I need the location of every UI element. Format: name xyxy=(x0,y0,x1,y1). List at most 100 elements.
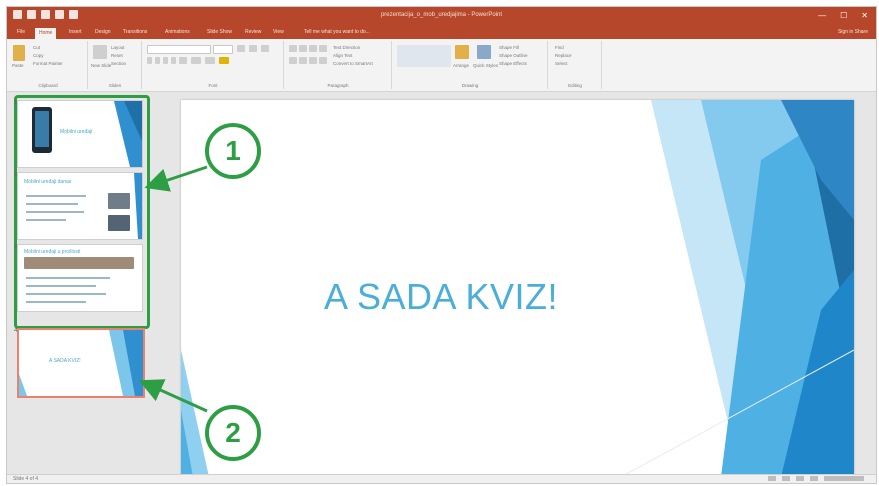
slide-3-bullet xyxy=(26,293,106,295)
text-direction-button[interactable]: Text Direction xyxy=(333,45,360,50)
numbering-icon[interactable] xyxy=(299,45,307,52)
sorter-view-icon[interactable] xyxy=(796,476,804,481)
tab-view[interactable]: View xyxy=(273,29,284,35)
tell-me-box[interactable]: Tell me what you want to do... xyxy=(304,29,370,35)
slide-thumbnail-3[interactable]: Mobilni uređaji u prošlosti xyxy=(17,244,143,312)
tab-review[interactable]: Review xyxy=(245,29,261,35)
strikethrough-icon[interactable] xyxy=(179,57,187,64)
clipboard-label: Clipboard xyxy=(38,83,58,88)
shrink-font-icon[interactable] xyxy=(249,45,257,52)
font-group: Font xyxy=(143,41,284,89)
tab-insert[interactable]: Insert xyxy=(69,29,82,35)
phone-screen xyxy=(35,111,49,147)
slide-thumbnails-pane[interactable]: 1 Mobilni uređaji 2 Mobilni uređaji dana… xyxy=(7,92,175,474)
find-button[interactable]: Find xyxy=(555,45,564,50)
cut-button[interactable]: Cut xyxy=(33,45,40,50)
tab-file[interactable]: File xyxy=(17,29,25,35)
slide-editing-canvas[interactable]: A SADA KVIZ! xyxy=(181,100,854,477)
paragraph-group: Text Direction Align Text Convert to Sma… xyxy=(285,41,392,89)
underline-icon[interactable] xyxy=(163,57,168,64)
layout-button[interactable]: Layout xyxy=(111,45,125,50)
slide-title[interactable]: A SADA KVIZ! xyxy=(181,276,701,318)
align-right-icon[interactable] xyxy=(309,57,317,64)
minimize-icon[interactable]: — xyxy=(818,11,826,21)
shapes-gallery[interactable] xyxy=(397,45,451,67)
reading-view-icon[interactable] xyxy=(810,476,818,481)
shape-outline-button[interactable]: Shape Outline xyxy=(499,53,528,58)
tab-design[interactable]: Design xyxy=(95,29,111,35)
quick-styles-icon[interactable] xyxy=(477,45,491,59)
slides-group: New Slide Layout Reset Section Slides xyxy=(89,41,142,89)
slide-counter: Slide 4 of 4 xyxy=(13,476,39,482)
justify-icon[interactable] xyxy=(319,57,327,64)
font-family-box[interactable] xyxy=(147,45,211,54)
ribbon-tabs: File Home Insert Design Transitions Anim… xyxy=(7,27,876,39)
reset-button[interactable]: Reset xyxy=(111,53,123,58)
notes-icon[interactable] xyxy=(768,476,776,481)
tab-slide-show[interactable]: Slide Show xyxy=(207,29,232,35)
bullets-icon[interactable] xyxy=(289,45,297,52)
editing-group: Find Replace Select Editing xyxy=(549,41,602,89)
slide-2-edge xyxy=(134,173,142,239)
clear-format-icon[interactable] xyxy=(261,45,269,52)
slide-thumbnail-4[interactable]: A SADA KVIZ! xyxy=(17,328,145,398)
sign-in-share[interactable]: Sign in Share xyxy=(838,29,868,35)
paste-label: Paste xyxy=(12,63,24,68)
close-icon[interactable]: ✕ xyxy=(861,11,868,21)
tab-animations[interactable]: Animations xyxy=(165,29,190,35)
decrease-indent-icon[interactable] xyxy=(309,45,317,52)
slides-label: Slides xyxy=(108,83,122,88)
callout-circle-1: 1 xyxy=(205,123,261,179)
drawing-label: Drawing xyxy=(461,83,479,88)
shape-fill-button[interactable]: Shape Fill xyxy=(499,45,519,50)
editing-label: Editing xyxy=(568,83,582,88)
align-center-icon[interactable] xyxy=(299,57,307,64)
new-slide-icon[interactable] xyxy=(93,45,107,59)
increase-indent-icon[interactable] xyxy=(319,45,327,52)
slide-thumbnail-1[interactable]: Mobilni uređaji xyxy=(17,100,143,168)
paragraph-label: Paragraph xyxy=(327,83,349,88)
slide-thumbnail-2[interactable]: Mobilni uređaji danas xyxy=(17,172,143,240)
arrange-icon[interactable] xyxy=(455,45,469,59)
window-controls: — ☐ ✕ xyxy=(818,11,868,21)
new-slide-label: New Slide xyxy=(91,63,112,68)
italic-icon[interactable] xyxy=(155,57,160,64)
slide-4-title: A SADA KVIZ! xyxy=(49,358,81,364)
view-controls xyxy=(768,476,864,481)
slide-3-bullet xyxy=(26,277,110,279)
slide-1-title: Mobilni uređaji xyxy=(60,129,93,135)
slide-3-bullet xyxy=(26,285,96,287)
clipboard-group: Paste Cut Copy Format Painter Clipboard xyxy=(9,41,88,89)
title-bar: prezentacija_o_mob_uredjajima - PowerPoi… xyxy=(7,7,876,27)
font-size-box[interactable] xyxy=(213,45,233,54)
tab-transitions[interactable]: Transitions xyxy=(123,29,147,35)
slide-3-photo-strip xyxy=(24,257,134,269)
bold-icon[interactable] xyxy=(147,57,152,64)
font-color-icon[interactable] xyxy=(219,57,229,64)
align-left-icon[interactable] xyxy=(289,57,297,64)
section-button[interactable]: Section xyxy=(111,61,126,66)
align-text-button[interactable]: Align Text xyxy=(333,53,352,58)
grow-font-icon[interactable] xyxy=(237,45,245,52)
shape-effects-button[interactable]: Shape Effects xyxy=(499,61,527,66)
spacing-icon[interactable] xyxy=(191,57,201,64)
zoom-slider[interactable] xyxy=(824,476,864,481)
paste-icon[interactable] xyxy=(13,45,25,61)
format-painter-button[interactable]: Format Painter xyxy=(33,61,63,66)
powerpoint-window: prezentacija_o_mob_uredjajima - PowerPoi… xyxy=(6,6,877,484)
callout-circle-2: 2 xyxy=(205,405,261,461)
copy-button[interactable]: Copy xyxy=(33,53,44,58)
tab-home[interactable]: Home xyxy=(35,28,57,39)
replace-button[interactable]: Replace xyxy=(555,53,572,58)
change-case-icon[interactable] xyxy=(205,57,215,64)
maximize-icon[interactable]: ☐ xyxy=(840,11,847,21)
normal-view-icon[interactable] xyxy=(782,476,790,481)
ribbon: Paste Cut Copy Format Painter Clipboard … xyxy=(7,39,876,92)
font-label: Font xyxy=(208,83,218,88)
status-bar: Slide 4 of 4 xyxy=(7,474,876,483)
convert-smartart-button[interactable]: Convert to SmartArt xyxy=(333,61,373,66)
shadow-icon[interactable] xyxy=(171,57,176,64)
select-button[interactable]: Select xyxy=(555,61,568,66)
drawing-group: Arrange Quick Styles Shape Fill Shape Ou… xyxy=(393,41,548,89)
slide-2-decoration xyxy=(134,173,142,239)
